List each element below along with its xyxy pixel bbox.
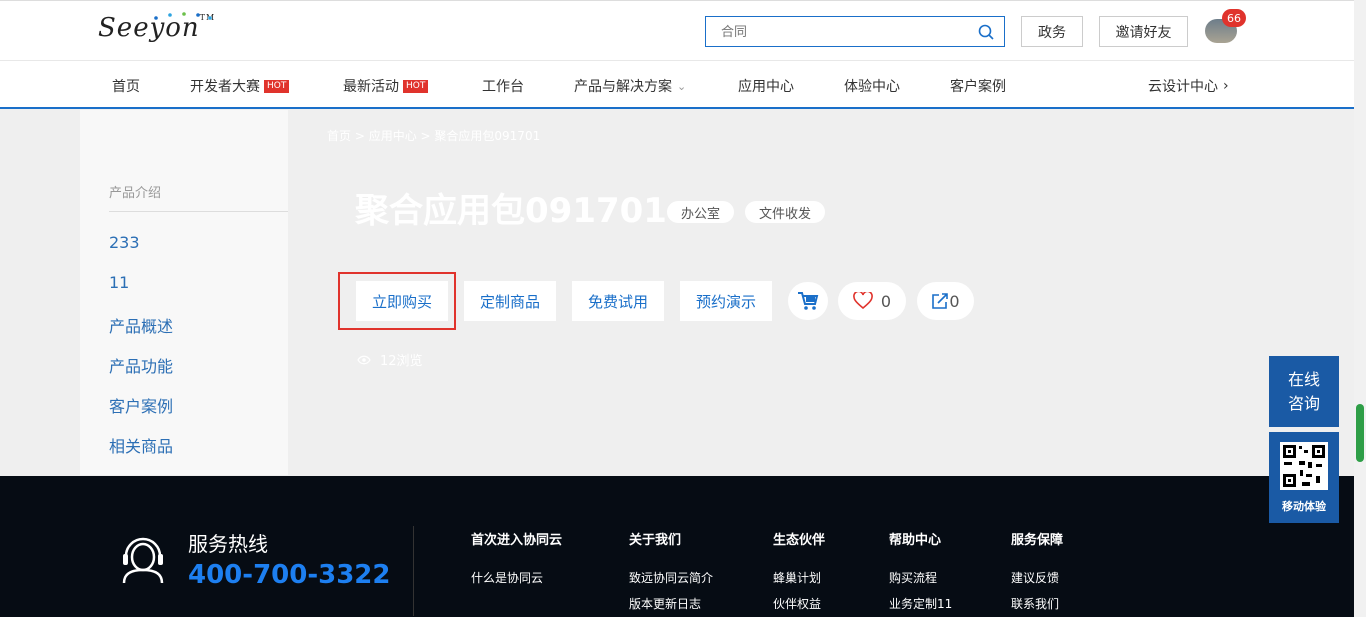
breadcrumb-current: 聚合应用包091701 [434, 129, 541, 143]
custom-product-button[interactable]: 定制商品 [464, 281, 556, 321]
nav-item-cloud-design-center[interactable]: 云设计中心 › [1148, 76, 1229, 96]
nav-label: 体验中心 [844, 79, 900, 95]
hotline-number[interactable]: 400-700-3322 [188, 560, 391, 590]
nav-item-home[interactable]: 首页 [112, 76, 140, 96]
nav-item-customer-cases[interactable]: 客户案例 [950, 76, 1006, 96]
nav-label: 应用中心 [738, 79, 794, 95]
footer-link[interactable]: 建议反馈 [1011, 569, 1059, 586]
sidebar-item-features[interactable]: 产品功能 [109, 353, 173, 377]
footer-link[interactable]: 购买流程 [889, 569, 937, 586]
like-count: 0 [880, 291, 892, 311]
hotline-label: 服务热线 [188, 532, 268, 556]
nav-item-dev-contest[interactable]: 开发者大赛 HOT [190, 76, 290, 96]
page-title: 聚合应用包091701 [355, 191, 667, 231]
gov-button[interactable]: 政务 [1021, 16, 1083, 47]
nav-item-app-center[interactable]: 应用中心 [738, 76, 794, 96]
sidebar-item-related[interactable]: 相关商品 [109, 433, 173, 457]
nav-label: 开发者大赛 [190, 79, 260, 95]
nav-item-workbench[interactable]: 工作台 [482, 76, 524, 96]
seeyon-logo[interactable]: SeeyonTM [98, 12, 215, 47]
nav-label: 首页 [112, 79, 140, 95]
share-count: 0 [949, 291, 960, 311]
free-trial-button[interactable]: 免费试用 [572, 281, 664, 321]
nav-item-products-solutions[interactable]: 产品与解决方案 ⌄ [574, 76, 686, 96]
headset-icon [122, 537, 164, 584]
chevron-right-icon: › [1223, 78, 1229, 94]
sidebar-item-11[interactable]: 11 [109, 273, 129, 292]
nav-label: 工作台 [482, 79, 524, 95]
footer-col-title: 首次进入协同云 [471, 533, 563, 548]
cart-button[interactable] [788, 282, 828, 320]
share-icon [932, 293, 949, 309]
online-consult-button[interactable]: 在线咨询 [1269, 356, 1339, 427]
logo-dots-icon [154, 12, 212, 20]
book-demo-button[interactable]: 预约演示 [680, 281, 772, 321]
eye-icon [357, 355, 371, 364]
nav-item-latest-events[interactable]: 最新活动 HOT [343, 76, 429, 96]
mobile-experience-widget[interactable]: 移动体验 [1269, 432, 1339, 523]
sidebar-item-233[interactable]: 233 [109, 233, 140, 252]
tag-document: 文件收发 [745, 201, 826, 223]
main-nav: 首页 开发者大赛 HOT 最新活动 HOT 工作台 产品与解决方案 ⌄ 应用中心 体验… [0, 60, 1366, 109]
footer-col-title: 生态伙伴 [773, 533, 826, 548]
cart-icon [798, 292, 819, 310]
footer-link[interactable]: 蜂巢计划 [773, 569, 821, 586]
notification-badge: 66 [1222, 9, 1246, 27]
footer-link[interactable]: 致远协同云简介 [629, 569, 713, 586]
footer-link[interactable]: 伙伴权益 [773, 595, 821, 612]
footer-link[interactable]: 业务定制11 [889, 595, 952, 612]
top-header: SeeyonTM 政务 邀请好友 66 [0, 0, 1366, 60]
search-input[interactable] [706, 17, 966, 46]
footer-col-title: 关于我们 [629, 533, 682, 548]
nav-label: 产品与解决方案 [574, 79, 672, 95]
breadcrumb-app-center[interactable]: 应用中心 [369, 129, 417, 143]
product-sidebar: 产品介绍 233 11 产品概述 产品功能 客户案例 相关商品 [80, 110, 288, 475]
qr-code-icon [1280, 442, 1328, 490]
chevron-down-icon: ⌄ [677, 79, 687, 93]
footer-divider [413, 526, 414, 616]
views-text: 12浏览 [380, 354, 423, 369]
scroll-thumb[interactable] [1356, 404, 1364, 462]
footer-link[interactable]: 版本更新日志 [629, 595, 701, 612]
like-button[interactable]: 0 [838, 282, 906, 320]
footer: 服务热线 400-700-3322 首次进入协同云 什么是协同云 关于我们 致远… [0, 476, 1366, 617]
breadcrumb: 首页 > 应用中心 > 聚合应用包091701 [327, 129, 541, 143]
heart-icon [853, 292, 873, 310]
mobile-label: 移动体验 [1282, 500, 1326, 513]
nav-label: 客户案例 [950, 79, 1006, 95]
sidebar-item-cases[interactable]: 客户案例 [109, 393, 173, 417]
nav-label: 云设计中心 [1148, 79, 1218, 95]
nav-item-experience-center[interactable]: 体验中心 [844, 76, 900, 96]
search-box [705, 16, 1005, 47]
invite-friends-button[interactable]: 邀请好友 [1099, 16, 1188, 47]
nav-label: 最新活动 [343, 79, 399, 95]
consult-label: 在线咨询 [1287, 369, 1320, 413]
footer-link[interactable]: 什么是协同云 [471, 569, 543, 586]
footer-link[interactable]: 联系我们 [1011, 595, 1059, 612]
view-count: 12浏览 [357, 350, 423, 369]
hot-badge: HOT [403, 79, 429, 93]
footer-col-title: 服务保障 [1011, 533, 1064, 548]
tag-office: 办公室 [667, 201, 735, 223]
breadcrumb-home[interactable]: 首页 [327, 129, 351, 143]
buy-now-button[interactable]: 立即购买 [356, 281, 448, 321]
footer-col-title: 帮助中心 [889, 533, 942, 548]
hot-badge: HOT [264, 79, 290, 93]
search-icon[interactable] [978, 24, 994, 40]
divider [109, 211, 288, 212]
share-button[interactable]: 0 [917, 282, 974, 320]
sidebar-item-overview[interactable]: 产品概述 [109, 313, 173, 337]
page-scrollbar[interactable] [1354, 0, 1366, 617]
sidebar-heading: 产品介绍 [109, 186, 162, 201]
